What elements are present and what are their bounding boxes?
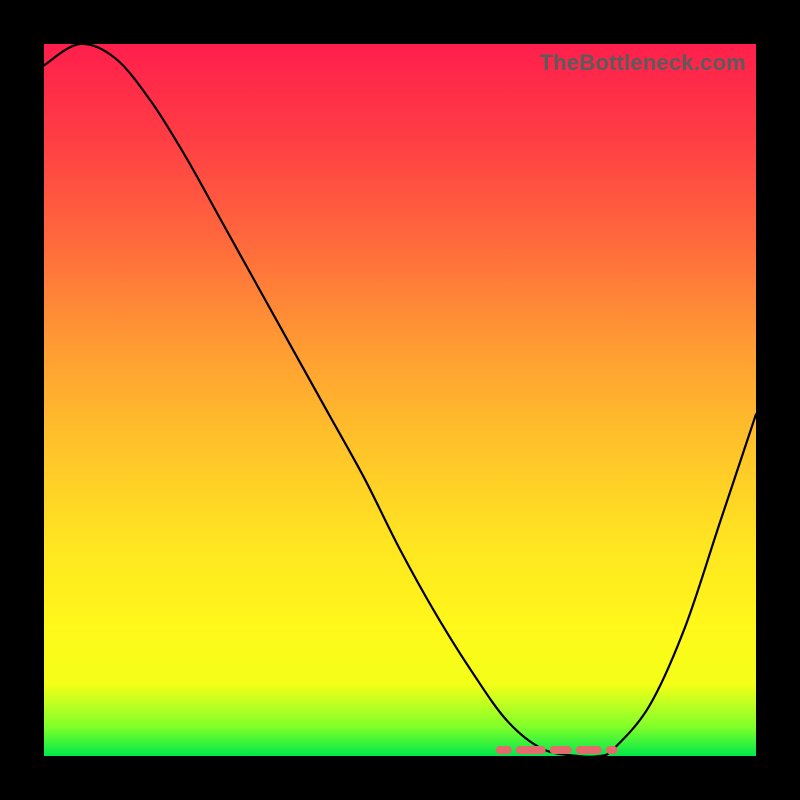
bottleneck-curve [44,44,756,757]
curve-layer [44,44,756,756]
plot-area: TheBottleneck.com [44,44,756,756]
chart-frame: TheBottleneck.com [0,0,800,800]
